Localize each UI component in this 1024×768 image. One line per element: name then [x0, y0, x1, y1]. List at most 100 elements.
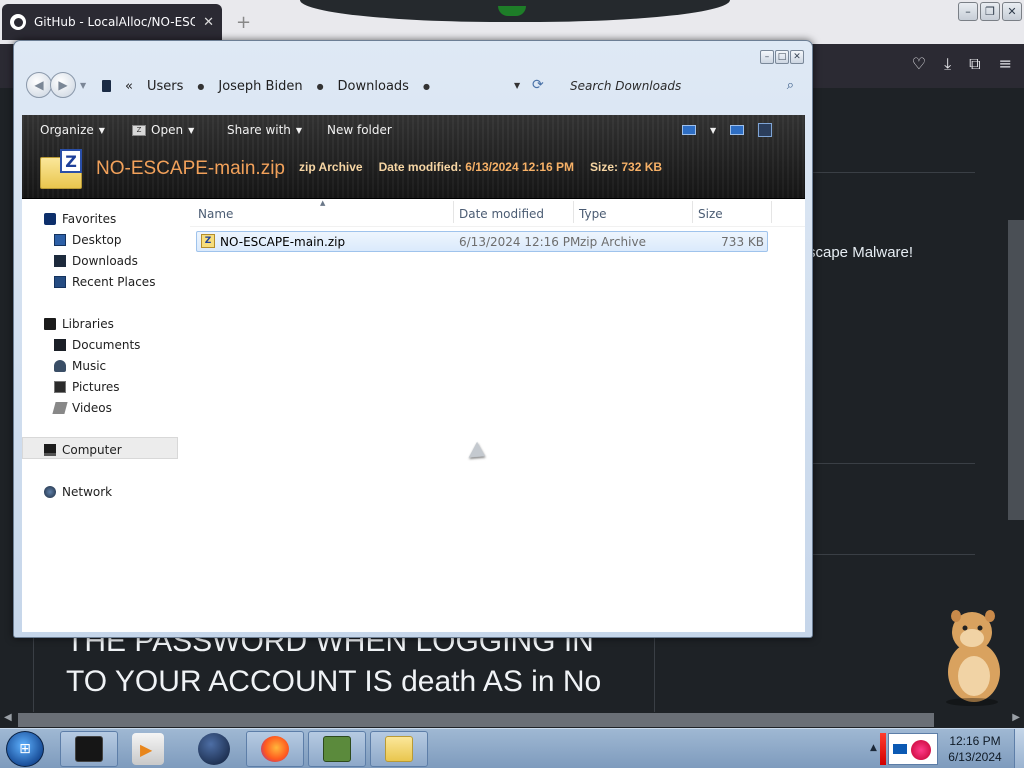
column-headers: ▲ Name Date modified Type Size: [190, 199, 805, 227]
address-dropdown-icon[interactable]: ▼: [514, 81, 520, 90]
music-icon: [54, 360, 66, 372]
column-header-type[interactable]: Type: [579, 207, 607, 221]
breadcrumb-user-folder[interactable]: Joseph Biden: [218, 79, 302, 94]
column-header-size[interactable]: Size: [698, 207, 723, 221]
computer-icon: [44, 444, 56, 456]
back-button[interactable]: ◀: [26, 72, 52, 98]
taskbar-app-explorer-dark[interactable]: [60, 731, 118, 767]
column-divider[interactable]: [692, 201, 693, 223]
browser-titlebar: GitHub - LocalAlloc/NO-ESCAPE ✕ + – ❐ ✕: [0, 0, 1024, 44]
network-tray-icon[interactable]: [893, 744, 907, 754]
new-folder-button[interactable]: New folder: [327, 123, 392, 137]
forward-button[interactable]: ▶: [50, 72, 76, 98]
taskbar-app-folder[interactable]: [370, 731, 428, 767]
column-header-date-modified[interactable]: Date modified: [459, 207, 544, 221]
share-with-button[interactable]: Share with ▼: [227, 123, 302, 137]
sidebar-item-label: Desktop: [72, 233, 122, 247]
taskbar-app-box[interactable]: [308, 731, 366, 767]
preview-pane-icon[interactable]: [730, 125, 745, 135]
change-view-icon[interactable]: [682, 125, 696, 135]
navigation-buttons: ◀ ▶ ▼: [26, 72, 86, 98]
open-button[interactable]: Z Open ▼: [132, 123, 194, 137]
show-hidden-icons-icon[interactable]: ▲: [870, 743, 877, 753]
tab-close-icon[interactable]: ✕: [203, 15, 214, 30]
organize-button[interactable]: Organize ▼: [40, 123, 105, 137]
details-file-name: NO-ESCAPE-main.zip: [96, 158, 285, 179]
refresh-icon[interactable]: ⟳: [532, 77, 544, 93]
menu-icon[interactable]: ≡: [999, 54, 1012, 74]
taskbar-app-globe[interactable]: [198, 733, 230, 765]
breadcrumb-users[interactable]: Users: [147, 79, 183, 94]
sidebar-item-videos[interactable]: Videos: [52, 398, 112, 418]
column-divider[interactable]: [573, 201, 574, 223]
folder-icon: [385, 736, 413, 762]
windows-logo-icon: ⊞: [19, 741, 31, 757]
sidebar-item-recent-places[interactable]: Recent Places: [54, 272, 155, 292]
details-metadata: zip Archive Date modified: 6/13/2024 12:…: [299, 160, 662, 174]
maximize-icon[interactable]: □: [775, 50, 789, 64]
file-name[interactable]: NO-ESCAPE-main.zip: [220, 235, 345, 249]
taskbar-app-media-player[interactable]: ▶: [132, 733, 164, 765]
scroll-left-icon[interactable]: ◀: [4, 712, 12, 723]
taskbar-app-firefox[interactable]: [246, 731, 304, 767]
play-icon: ▶: [140, 740, 153, 759]
taskbar-clock[interactable]: 12:16 PM 6/13/2024: [940, 733, 1010, 765]
details-size: Size: 732 KB: [590, 160, 662, 174]
close-icon[interactable]: ✕: [1002, 2, 1022, 21]
sidebar-item-label: Recent Places: [72, 275, 156, 289]
search-icon[interactable]: ⌕: [787, 78, 794, 93]
sidebar-item-libraries[interactable]: Libraries: [44, 314, 114, 334]
sidebar-item-documents[interactable]: Documents: [54, 335, 140, 355]
file-row[interactable]: Z NO-ESCAPE-main.zip 6/13/2024 12:16 PM …: [196, 231, 768, 252]
chevron-down-icon: ▼: [188, 125, 195, 135]
browser-toolbar-icons: ♡ ⤓ ⧉ ≡: [912, 54, 1012, 74]
breadcrumb-separator-icon[interactable]: ●: [317, 82, 324, 91]
recent-pages-chevron-icon[interactable]: ▼: [80, 81, 86, 90]
action-center-flag-icon[interactable]: [880, 733, 886, 765]
clock-time: 12:16 PM: [949, 734, 1001, 748]
breadcrumb-separator-icon[interactable]: ●: [423, 82, 430, 91]
horizontal-scrollbar[interactable]: ◀ ▶: [0, 712, 1024, 728]
sidebar-item-desktop[interactable]: Desktop: [54, 230, 122, 250]
file-size: 733 KB: [721, 235, 764, 249]
sidebar-item-pictures[interactable]: Pictures: [54, 377, 120, 397]
app-tray-icon[interactable]: [911, 740, 931, 760]
breadcrumb-downloads[interactable]: Downloads: [338, 79, 409, 94]
breadcrumb-overflow[interactable]: «: [125, 79, 133, 94]
sidebar-item-music[interactable]: Music: [54, 356, 106, 376]
new-tab-button[interactable]: +: [236, 12, 251, 33]
column-divider[interactable]: [771, 201, 772, 223]
column-header-name[interactable]: Name: [198, 207, 233, 221]
browser-tab[interactable]: GitHub - LocalAlloc/NO-ESCAPE ✕: [2, 4, 222, 40]
navigation-pane: Favorites Desktop Downloads Recent Place…: [22, 199, 190, 632]
divider: [810, 554, 975, 555]
address-bar[interactable]: « Users ● Joseph Biden ● Downloads ● ▼ ⟳: [102, 73, 552, 99]
minimize-icon[interactable]: –: [760, 50, 774, 64]
pocket-icon[interactable]: ♡: [912, 54, 926, 74]
download-icon[interactable]: ⤓: [944, 54, 951, 74]
sidebar-item-favorites[interactable]: Favorites: [44, 209, 116, 229]
scrollbar-thumb[interactable]: [18, 713, 934, 727]
close-icon[interactable]: ✕: [790, 50, 804, 64]
column-divider[interactable]: [453, 201, 454, 223]
sidebar-item-downloads[interactable]: Downloads: [54, 251, 138, 271]
sidebar-item-computer[interactable]: Computer: [44, 440, 122, 460]
breadcrumb-separator-icon[interactable]: ●: [197, 82, 204, 91]
os-notch-decoration: [300, 0, 730, 22]
minimize-icon[interactable]: –: [958, 2, 978, 21]
chevron-down-icon[interactable]: ▼: [710, 126, 716, 135]
scroll-right-icon[interactable]: ▶: [1012, 712, 1020, 723]
start-button[interactable]: ⊞: [6, 731, 44, 767]
explorer-window: – □ ✕ ◀ ▶ ▼ « Users ● Joseph Biden ● Dow…: [13, 40, 813, 638]
sidebar-item-network[interactable]: Network: [44, 482, 112, 502]
search-input[interactable]: Search Downloads ⌕: [562, 73, 802, 99]
vertical-scrollbar[interactable]: [1008, 220, 1024, 520]
show-desktop-button[interactable]: [1014, 729, 1024, 768]
open-label: Open: [151, 123, 184, 137]
help-icon[interactable]: [758, 123, 773, 137]
restore-icon[interactable]: ❐: [980, 2, 1000, 21]
share-with-label: Share with: [227, 123, 291, 137]
tray-icons[interactable]: [888, 733, 938, 765]
extensions-icon[interactable]: ⧉: [969, 54, 980, 74]
file-date-modified: 6/13/2024 12:16 PM: [459, 235, 581, 249]
